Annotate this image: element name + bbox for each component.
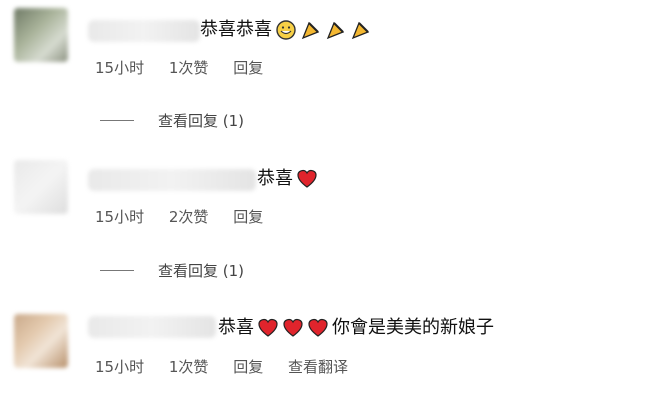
comment-text: 恭喜恭喜 [200,18,372,42]
comment-meta: 15小时 1次赞 回复 查看翻译 [95,356,368,377]
view-replies-label[interactable]: 查看回复 (1) [158,260,244,281]
divider-dash [100,120,134,121]
view-replies-link[interactable]: 查看回复 (1) [100,260,244,281]
reply-button[interactable]: 回复 [233,208,263,226]
avatar[interactable] [14,314,68,368]
like-count-button[interactable]: 1次赞 [169,358,209,376]
username-blurred[interactable] [88,20,200,42]
party-popper-icon [351,21,370,40]
username-blurred[interactable] [88,169,256,191]
red-heart-icon [308,318,328,337]
red-heart-icon [258,318,278,337]
comment-text-content: 恭喜恭喜 [200,19,272,40]
divider-dash [100,270,134,271]
red-heart-icon [283,318,303,337]
party-popper-icon [326,21,345,40]
like-count-button[interactable]: 2次赞 [169,208,209,226]
comment-time: 15小时 [95,208,145,226]
reply-button[interactable]: 回复 [233,358,263,376]
view-replies-label[interactable]: 查看回复 (1) [158,110,244,131]
comment-meta: 15小时 2次赞 回复 [95,206,283,227]
comment-meta: 15小时 1次赞 回复 [95,57,283,78]
like-count-button[interactable]: 1次赞 [169,59,209,77]
comment-text-suffix: 你會是美美的新娘子 [332,317,494,338]
comment-time: 15小时 [95,59,145,77]
reply-button[interactable]: 回复 [233,59,263,77]
comment-text: 恭喜 你會是美美的新娘子 [218,316,494,340]
translate-button[interactable]: 查看翻译 [288,358,348,376]
comment-time: 15小时 [95,358,145,376]
comment-text: 恭喜 [257,167,318,191]
comment-text-content: 恭喜 [257,168,293,189]
username-blurred[interactable] [88,316,216,338]
party-popper-icon [301,21,320,40]
avatar[interactable] [14,8,68,62]
grinning-face-emoji-icon [276,20,296,40]
view-replies-link[interactable]: 查看回复 (1) [100,110,244,131]
avatar[interactable] [14,160,68,214]
red-heart-icon [297,169,317,188]
comment-text-prefix: 恭喜 [218,317,254,338]
